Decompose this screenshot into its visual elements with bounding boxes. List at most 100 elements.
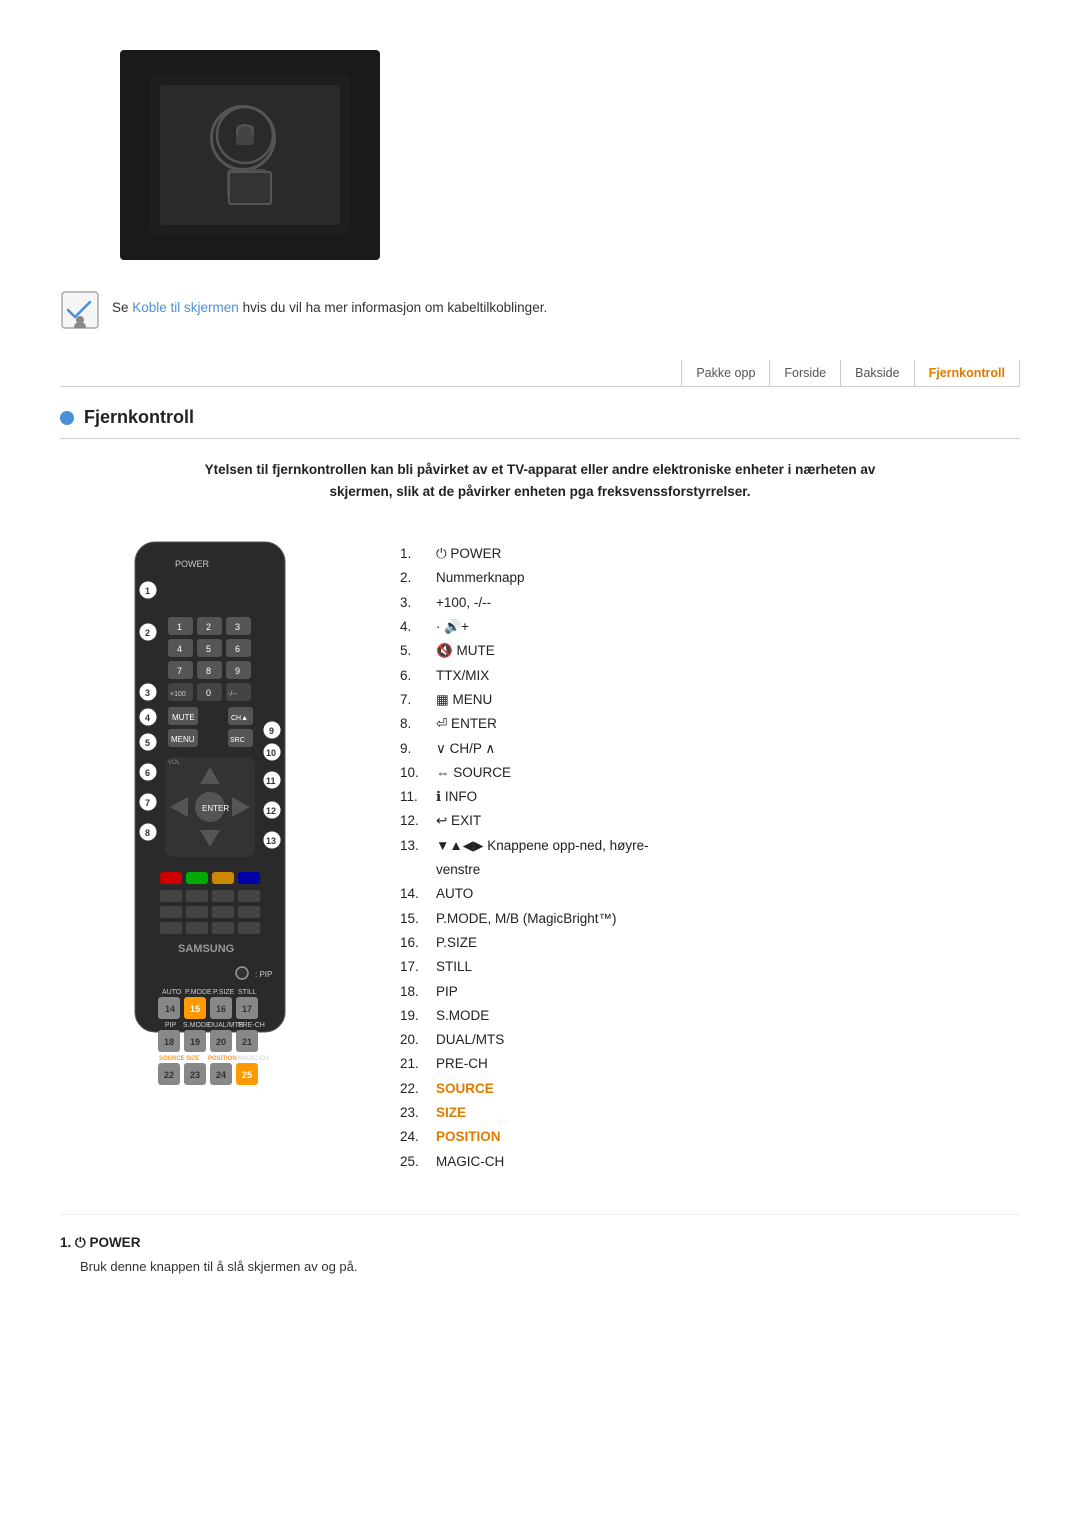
svg-text:POSITION: POSITION: [208, 1056, 237, 1062]
svg-text:: PIP: : PIP: [255, 970, 272, 979]
list-item: 5. 🔇 MUTE: [400, 639, 1000, 663]
list-item: 8. ⏎ ENTER: [400, 712, 1000, 736]
svg-text:18: 18: [164, 1037, 174, 1047]
notice-icon: [60, 290, 100, 330]
svg-text:4: 4: [145, 713, 150, 723]
warning-text: Ytelsen til fjernkontrollen kan bli påvi…: [60, 459, 1020, 502]
list-item: 16. P.SIZE: [400, 931, 1000, 955]
divider: [60, 438, 1020, 439]
svg-text:24: 24: [216, 1070, 226, 1080]
svg-text:6: 6: [145, 768, 150, 778]
svg-text:1: 1: [177, 622, 182, 632]
list-item: 25. MAGIC-CH: [400, 1150, 1000, 1174]
svg-text:2: 2: [145, 628, 150, 638]
list-item: 21. PRE-CH: [400, 1052, 1000, 1076]
list-item: 14. AUTO: [400, 882, 1000, 906]
svg-text:POWER: POWER: [175, 559, 210, 569]
list-item: 15. P.MODE, M/B (MagicBright™): [400, 907, 1000, 931]
tab-forside[interactable]: Forside: [770, 360, 841, 386]
svg-text:SIZE: SIZE: [186, 1056, 199, 1062]
list-item: 13. ▼▲◀▶ Knappene opp-ned, høyre-venstre: [400, 834, 1000, 883]
svg-text:7: 7: [145, 798, 150, 808]
svg-text:SAMSUNG: SAMSUNG: [178, 943, 234, 955]
svg-text:STILL: STILL: [238, 989, 257, 996]
list-item: 19. S.MODE: [400, 1004, 1000, 1028]
list-item: 20. DUAL/MTS: [400, 1028, 1000, 1052]
svg-text:MAGIC-CH: MAGIC-CH: [238, 1056, 268, 1062]
section-title: Fjernkontroll: [84, 407, 194, 428]
svg-text:2: 2: [206, 622, 211, 632]
list-item: 3. +100, -/--: [400, 591, 1000, 615]
svg-text:MENU: MENU: [171, 735, 195, 744]
button-list: 1. ⏻ POWER 2. Nummerknapp 3. +100, -/-- …: [400, 532, 1000, 1174]
list-item: 23. SIZE: [400, 1101, 1000, 1125]
notice-area: Se Koble til skjermen hvis du vil ha mer…: [60, 290, 1020, 330]
monitor-image: [120, 50, 380, 260]
svg-text:10: 10: [266, 748, 276, 758]
svg-text:14: 14: [165, 1004, 175, 1014]
tab-pakke-opp[interactable]: Pakke opp: [681, 360, 770, 386]
list-item: 4. · 🔊+: [400, 615, 1000, 639]
svg-text:5: 5: [145, 738, 150, 748]
svg-text:AUTO: AUTO: [162, 989, 182, 996]
svg-text:3: 3: [235, 622, 240, 632]
svg-text:22: 22: [164, 1070, 174, 1080]
svg-text:15: 15: [190, 1004, 200, 1014]
svg-text:12: 12: [266, 806, 276, 816]
remote-section: POWER 1 2 1 2 3 4 5 6: [80, 532, 1000, 1174]
svg-text:0: 0: [206, 688, 211, 698]
svg-text:4: 4: [177, 644, 182, 654]
nav-tabs: Pakke opp Forside Bakside Fjernkontroll: [60, 360, 1020, 387]
svg-text:S.MODE: S.MODE: [183, 1022, 211, 1029]
power-section: 1. ⏻ POWER Bruk denne knappen til å slå …: [60, 1214, 1020, 1274]
tab-fjernkontroll[interactable]: Fjernkontroll: [915, 360, 1020, 386]
svg-text:PIP: PIP: [165, 1022, 177, 1029]
svg-text:11: 11: [266, 776, 276, 786]
svg-text:25: 25: [242, 1070, 252, 1080]
power-heading: 1. ⏻ POWER: [60, 1235, 1020, 1251]
tab-bakside[interactable]: Bakside: [841, 360, 914, 386]
svg-text:+100: +100: [170, 691, 186, 698]
svg-text:-/--: -/--: [228, 691, 238, 698]
button-list-items: 1. ⏻ POWER 2. Nummerknapp 3. +100, -/-- …: [400, 542, 1000, 1174]
notice-text: Se Koble til skjermen hvis du vil ha mer…: [112, 290, 547, 318]
svg-text:16: 16: [216, 1004, 226, 1014]
list-item: 10. ⇔ SOURCE: [400, 761, 1000, 785]
svg-text:7: 7: [177, 666, 182, 676]
section-header: Fjernkontroll: [60, 407, 1020, 428]
svg-text:1: 1: [145, 586, 150, 596]
list-item: 17. STILL: [400, 955, 1000, 979]
list-item: 11. ℹ INFO: [400, 785, 1000, 809]
svg-text:6: 6: [235, 644, 240, 654]
list-item: 22. SOURCE: [400, 1077, 1000, 1101]
list-item: 1. ⏻ POWER: [400, 542, 1000, 566]
list-item: 6. TTX/MIX: [400, 664, 1000, 688]
list-item: 24. POSITION: [400, 1125, 1000, 1149]
svg-text:23: 23: [190, 1070, 200, 1080]
list-item: 18. PIP: [400, 980, 1000, 1004]
svg-text:SRC: SRC: [230, 737, 245, 744]
svg-text:SOURCE: SOURCE: [159, 1056, 185, 1062]
svg-text:P.MODE: P.MODE: [185, 989, 212, 996]
svg-text:19: 19: [190, 1037, 200, 1047]
svg-text:21: 21: [242, 1037, 252, 1047]
section-dot-icon: [60, 411, 74, 425]
list-item: 12. ↩ EXIT: [400, 809, 1000, 833]
svg-text:MUTE: MUTE: [172, 713, 195, 722]
svg-text:ENTER: ENTER: [202, 804, 229, 813]
list-item: 2. Nummerknapp: [400, 566, 1000, 590]
svg-text:8: 8: [206, 666, 211, 676]
page-wrapper: Se Koble til skjermen hvis du vil ha mer…: [0, 0, 1080, 1324]
svg-text:PRE-CH: PRE-CH: [238, 1022, 265, 1029]
svg-text:3: 3: [145, 688, 150, 698]
svg-text:5: 5: [206, 644, 211, 654]
list-item: 9. ∨ CH/P ∧: [400, 737, 1000, 761]
svg-text:17: 17: [242, 1004, 252, 1014]
remote-control-image: POWER 1 2 1 2 3 4 5 6: [80, 532, 360, 1155]
svg-text:9: 9: [269, 726, 274, 736]
svg-text:9: 9: [235, 666, 240, 676]
svg-text:8: 8: [145, 828, 150, 838]
svg-text:VOL: VOL: [168, 760, 181, 766]
svg-text:20: 20: [216, 1037, 226, 1047]
notice-link[interactable]: Koble til skjermen: [132, 300, 239, 315]
